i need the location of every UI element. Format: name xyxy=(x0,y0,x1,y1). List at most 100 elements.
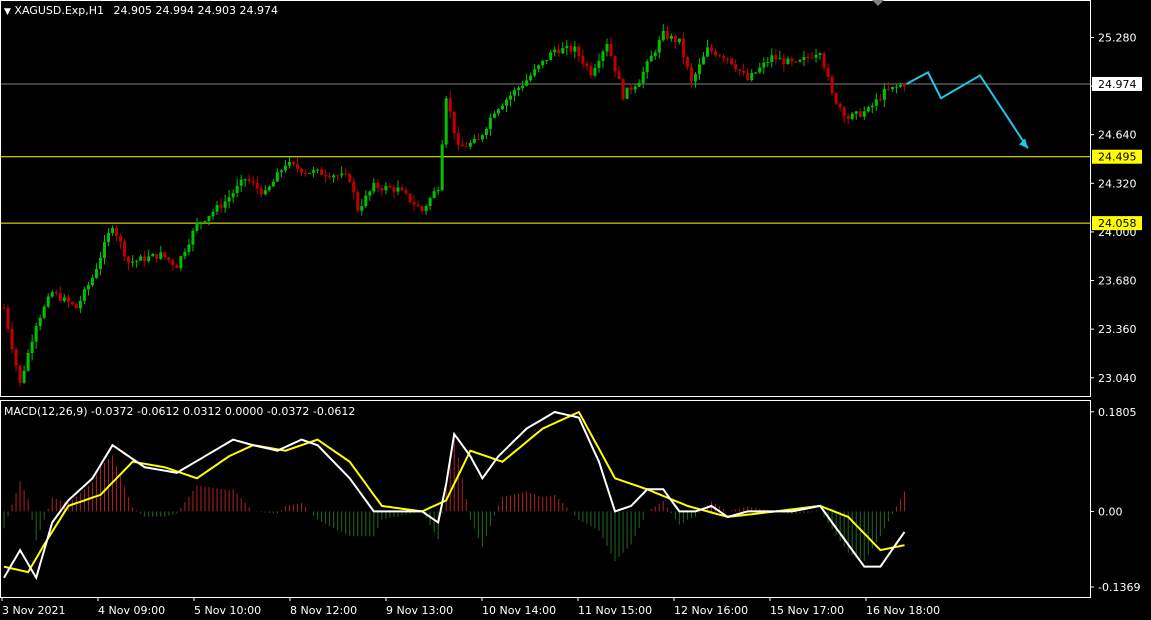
candle-body xyxy=(66,297,70,303)
macd-tick-label: -0.1369 xyxy=(1098,581,1140,594)
candle-body xyxy=(874,99,878,106)
candle-body xyxy=(529,75,533,81)
candle-body xyxy=(22,370,26,383)
candle-body xyxy=(62,297,66,301)
candle-body xyxy=(826,67,830,77)
candle-body xyxy=(850,113,854,120)
candle-body xyxy=(573,46,577,52)
candle-body xyxy=(98,257,102,269)
candle-body xyxy=(295,164,299,169)
candle-body xyxy=(629,87,633,90)
candle-body xyxy=(30,341,34,354)
candle-body xyxy=(187,244,191,252)
candle-body xyxy=(456,133,460,145)
candle-body xyxy=(533,69,537,76)
candle-body xyxy=(569,46,573,52)
candle-body xyxy=(183,251,187,257)
candle-body xyxy=(404,190,408,194)
candle-body xyxy=(762,62,766,68)
macd-tick-label: 0.1805 xyxy=(1098,406,1137,419)
candle-body xyxy=(565,46,569,49)
candle-body xyxy=(328,176,332,178)
candle-body xyxy=(344,173,348,175)
candle-body xyxy=(513,90,517,96)
candle-body xyxy=(38,317,42,326)
candle-body xyxy=(894,86,898,88)
candle-body xyxy=(428,197,432,207)
candle-body xyxy=(726,58,730,60)
candle-body xyxy=(215,204,219,212)
candle-body xyxy=(661,30,665,41)
current-price-label: 24.974 xyxy=(1098,78,1137,91)
candle-body xyxy=(858,111,862,117)
candle-body xyxy=(380,188,384,191)
candle-body xyxy=(802,57,806,60)
candle-body xyxy=(714,51,718,56)
candle-body xyxy=(235,185,239,194)
candle-body xyxy=(127,256,131,263)
candle-body xyxy=(94,268,98,278)
candle-body xyxy=(882,88,886,100)
candle-body xyxy=(645,61,649,72)
candle-body xyxy=(171,260,175,265)
candle-body xyxy=(774,55,778,60)
candle-body xyxy=(70,302,74,305)
ohlc-values: 24.905 24.994 24.903 24.974 xyxy=(113,4,278,17)
candle-body xyxy=(902,85,906,87)
candle-body xyxy=(384,186,388,191)
candle-body xyxy=(810,57,814,59)
candle-body xyxy=(6,307,10,329)
time-tick-label: 4 Nov 09:00 xyxy=(98,604,165,617)
candle-body xyxy=(842,107,846,117)
candle-body xyxy=(203,220,207,223)
candle-body xyxy=(657,40,661,53)
candle-body xyxy=(665,30,669,39)
candle-body xyxy=(103,242,106,258)
candle-body xyxy=(500,105,504,110)
candle-body xyxy=(697,64,701,75)
candle-body xyxy=(693,74,697,82)
candle-body xyxy=(898,85,902,87)
candle-body xyxy=(111,227,115,234)
time-tick-label: 3 Nov 2021 xyxy=(2,604,65,617)
candle-body xyxy=(267,186,271,191)
candle-body xyxy=(649,55,653,62)
candle-body xyxy=(54,292,58,294)
candle-body xyxy=(42,306,46,318)
candle-body xyxy=(750,73,754,80)
dropdown-triangle-icon[interactable]: ▼ xyxy=(4,7,11,17)
candle-body xyxy=(673,35,677,43)
candle-body xyxy=(239,179,243,186)
candle-body xyxy=(175,264,179,269)
candle-body xyxy=(814,54,818,58)
candle-body xyxy=(14,349,18,366)
candle-body xyxy=(388,186,392,188)
price-tick-label: 23.040 xyxy=(1098,372,1137,385)
candle-body xyxy=(58,293,62,301)
candle-body xyxy=(219,204,223,208)
candle-body xyxy=(846,116,850,120)
candle-body xyxy=(492,113,496,118)
candle-body xyxy=(593,67,597,76)
candle-body xyxy=(734,64,738,70)
candle-body xyxy=(589,66,593,76)
candle-body xyxy=(78,300,82,309)
candle-body xyxy=(348,174,352,182)
candle-body xyxy=(452,111,456,134)
candle-body xyxy=(135,260,139,262)
candle-body xyxy=(854,111,858,114)
candle-body xyxy=(754,72,758,74)
candle-body xyxy=(633,86,637,90)
time-tick-label: 12 Nov 16:00 xyxy=(674,604,748,617)
time-tick-label: 5 Nov 10:00 xyxy=(194,604,261,617)
candle-body xyxy=(641,71,645,84)
candle-body xyxy=(625,87,629,99)
candle-body xyxy=(74,304,78,309)
candle-body xyxy=(738,69,742,71)
candle-body xyxy=(742,70,746,73)
candle-body xyxy=(685,57,689,68)
trading-chart[interactable]: 25.28024.96024.64024.32024.00023.68023.3… xyxy=(0,0,1151,620)
candle-body xyxy=(107,233,111,243)
candle-body xyxy=(147,256,151,262)
candle-body xyxy=(283,165,287,171)
